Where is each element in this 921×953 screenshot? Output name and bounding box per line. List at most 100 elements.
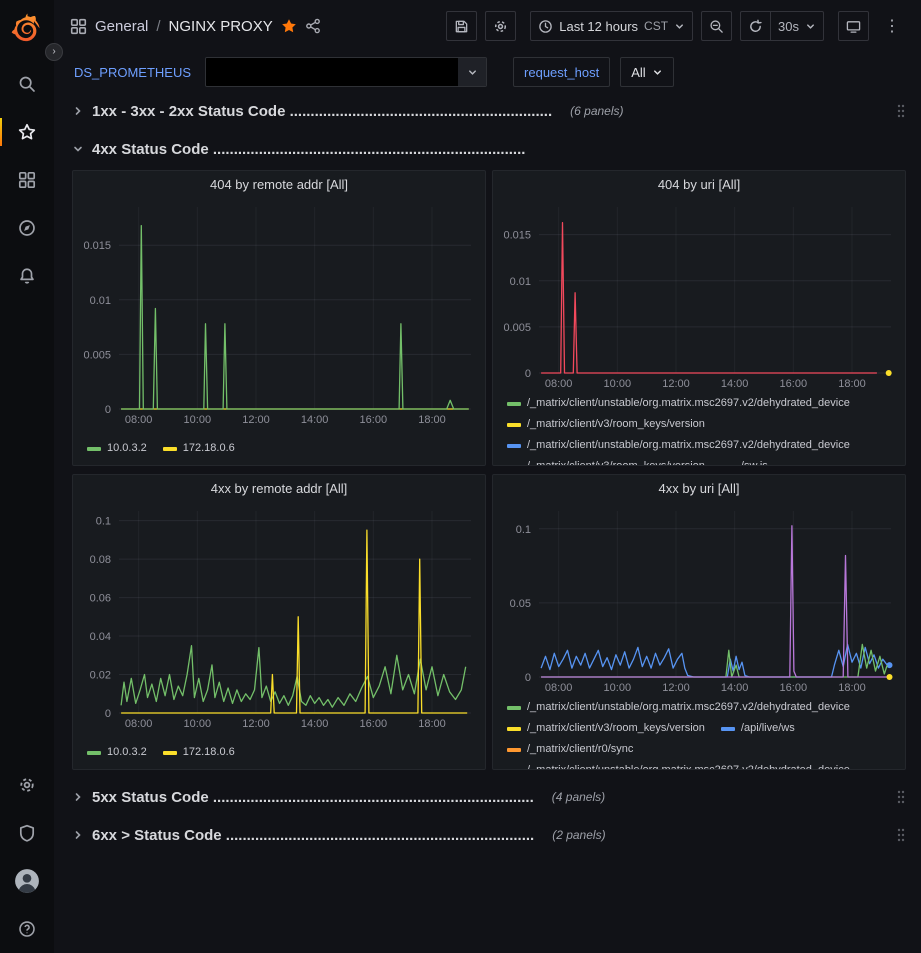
svg-text:08:00: 08:00: [125, 414, 153, 426]
series-color-mark: [721, 465, 735, 466]
legend-label: /_matrix/client/v3/room_keys/version: [527, 458, 705, 465]
chart-404-by-uri[interactable]: 08:0010:0012:0014:0016:0018:0000.0050.01…: [493, 199, 905, 391]
legend-label: /_matrix/client/r0/sync: [527, 741, 633, 758]
chart-404-by-remote-addr[interactable]: 08:0010:0012:0014:0016:0018:0000.0050.01…: [73, 199, 485, 427]
legend-item[interactable]: 172.18.0.6: [163, 440, 235, 457]
legend-item[interactable]: /_matrix/client/unstable/org.matrix.msc2…: [507, 762, 850, 769]
main-area: General / NGINX PROXY: [54, 0, 921, 953]
series-color-mark: [507, 402, 521, 406]
sidebar-item-server-admin[interactable]: [0, 809, 54, 857]
sidebar-item-alerting[interactable]: [0, 252, 54, 300]
row-drag-handle[interactable]: [896, 789, 906, 805]
refresh-group: 30s: [740, 11, 824, 41]
svg-text:0.02: 0.02: [90, 670, 111, 682]
monitor-icon: [846, 19, 861, 34]
legend-item[interactable]: 172.18.0.6: [163, 744, 235, 761]
refresh-button[interactable]: [740, 11, 770, 41]
sidebar-item-starred[interactable]: [0, 108, 54, 156]
svg-text:10:00: 10:00: [604, 682, 632, 694]
sidebar-item-profile[interactable]: [0, 857, 54, 905]
row-title: 6xx > Status Code ......................…: [92, 827, 534, 844]
row-header-4xx[interactable]: 4xx Status Code ........................…: [72, 134, 906, 164]
row-header-6xx[interactable]: 6xx > Status Code ......................…: [72, 820, 906, 850]
panel-title[interactable]: 404 by remote addr [All]: [73, 171, 485, 199]
tv-mode-button[interactable]: [838, 11, 869, 41]
time-range-picker[interactable]: Last 12 hours CST: [530, 11, 693, 41]
share-icon[interactable]: [305, 18, 321, 34]
legend-item[interactable]: /_matrix/client/v3/room_keys/version: [507, 720, 705, 737]
datasource-variable-label[interactable]: DS_PROMETHEUS: [74, 65, 191, 80]
zoom-out-time-button[interactable]: [701, 11, 732, 41]
legend-item[interactable]: /_matrix/client/v3/room_keys/version: [507, 458, 705, 465]
legend-label: 10.0.3.2: [107, 440, 147, 457]
series-color-mark: [507, 748, 521, 752]
series-color-mark: [507, 769, 521, 770]
legend-item[interactable]: /_matrix/client/unstable/org.matrix.msc2…: [507, 437, 850, 454]
panel-title[interactable]: 4xx by uri [All]: [493, 475, 905, 503]
breadcrumb-section[interactable]: General: [95, 18, 148, 35]
dashboard-settings-button[interactable]: [485, 11, 516, 41]
request-host-variable-label[interactable]: request_host: [513, 57, 610, 87]
kebab-menu-button[interactable]: ⋮: [877, 11, 907, 41]
chevron-down-icon: [805, 21, 816, 32]
legend-item[interactable]: /_matrix/client/v3/room_keys/version: [507, 416, 705, 433]
request-host-variable-value: All: [631, 65, 645, 80]
panel-404-by-uri: 404 by uri [All] 08:0010:0012:0014:0016:…: [492, 170, 906, 466]
user-avatar: [14, 868, 40, 894]
legend-item[interactable]: /api/live/ws: [721, 720, 795, 737]
row-drag-handle[interactable]: [896, 827, 906, 843]
datasource-variable-select[interactable]: [205, 57, 487, 87]
row-panel-count: (6 panels): [570, 104, 623, 118]
breadcrumb-separator: /: [156, 18, 160, 35]
datasource-variable-value: [206, 58, 458, 86]
row-drag-handle[interactable]: [896, 103, 906, 119]
request-host-variable-select[interactable]: All: [620, 57, 673, 87]
sidebar-expand-button[interactable]: ›: [45, 43, 63, 61]
save-dashboard-button[interactable]: [446, 11, 477, 41]
legend-item[interactable]: /_matrix/client/unstable/org.matrix.msc2…: [507, 699, 850, 716]
legend-item[interactable]: 10.0.3.2: [87, 744, 147, 761]
sidebar-item-dashboards[interactable]: [0, 156, 54, 204]
chevron-right-icon: [72, 791, 84, 803]
svg-text:14:00: 14:00: [301, 718, 329, 730]
series-color-mark: [721, 727, 735, 731]
row-header-1xx-3xx-2xx[interactable]: 1xx - 3xx - 2xx Status Code ............…: [72, 96, 906, 126]
legend-item[interactable]: /_matrix/client/unstable/org.matrix.msc2…: [507, 395, 850, 412]
legend-label: /_matrix/client/v3/room_keys/version: [527, 720, 705, 737]
panel-legend: /_matrix/client/unstable/org.matrix.msc2…: [493, 391, 905, 465]
svg-text:0.04: 0.04: [90, 631, 111, 643]
series-color-mark: [163, 751, 177, 755]
chart-4xx-by-remote-addr[interactable]: 08:0010:0012:0014:0016:0018:0000.020.040…: [73, 503, 485, 731]
panel-title[interactable]: 4xx by remote addr [All]: [73, 475, 485, 503]
sidebar-item-help[interactable]: [0, 905, 54, 953]
legend-item[interactable]: 10.0.3.2: [87, 440, 147, 457]
panel-grid: 404 by remote addr [All] 08:0010:0012:00…: [72, 170, 906, 770]
chevron-down-icon: [652, 67, 663, 78]
sidebar-item-configuration[interactable]: [0, 761, 54, 809]
chart-4xx-by-uri[interactable]: 08:0010:0012:0014:0016:0018:0000.050.1: [493, 503, 905, 695]
svg-text:12:00: 12:00: [242, 718, 270, 730]
legend-label: 172.18.0.6: [183, 744, 235, 761]
svg-text:12:00: 12:00: [662, 682, 690, 694]
panel-title[interactable]: 404 by uri [All]: [493, 171, 905, 199]
dashboard-title[interactable]: NGINX PROXY: [169, 18, 273, 35]
gear-icon: [493, 19, 508, 34]
favorite-star-icon[interactable]: [281, 18, 297, 34]
legend-item[interactable]: /sw.js: [721, 458, 768, 465]
row-header-5xx[interactable]: 5xx Status Code ........................…: [72, 782, 906, 812]
legend-item[interactable]: /_matrix/client/r0/sync: [507, 741, 633, 758]
help-icon: [18, 920, 36, 938]
dashboard-variables-bar: DS_PROMETHEUS request_host All: [54, 52, 921, 92]
legend-label: /_matrix/client/unstable/org.matrix.msc2…: [527, 437, 850, 454]
refresh-interval-picker[interactable]: 30s: [770, 11, 824, 41]
series-color-mark: [507, 423, 521, 427]
svg-text:0.01: 0.01: [90, 295, 111, 307]
svg-text:0.1: 0.1: [96, 516, 111, 528]
sidebar-item-explore[interactable]: [0, 204, 54, 252]
legend-label: /sw.js: [741, 458, 768, 465]
row-panel-count: (4 panels): [552, 790, 605, 804]
svg-text:12:00: 12:00: [662, 378, 690, 390]
row-panel-count: (2 panels): [552, 828, 605, 842]
explore-compass-icon: [18, 219, 36, 237]
sidebar-item-search[interactable]: [0, 60, 54, 108]
